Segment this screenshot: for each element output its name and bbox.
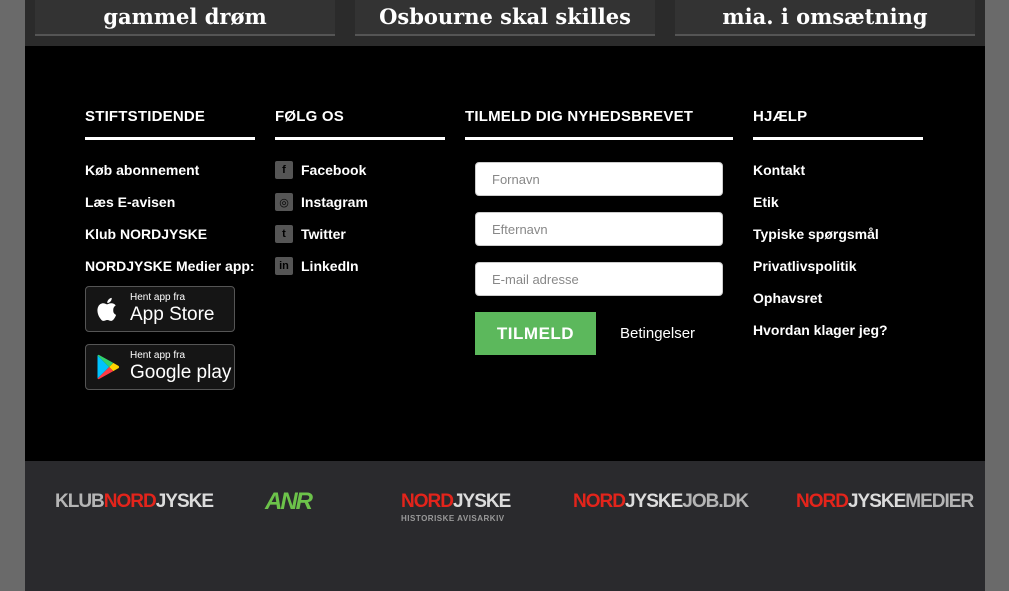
copyright-link[interactable]: Ophavsret xyxy=(753,282,923,314)
twitter-link[interactable]: t Twitter xyxy=(275,218,445,250)
subscribe-button[interactable]: TILMELD xyxy=(475,312,596,355)
teaser-card[interactable]: gammel drøm xyxy=(35,0,335,36)
privacy-link[interactable]: Privatlivspolitik xyxy=(753,250,923,282)
contact-link[interactable]: Kontakt xyxy=(753,154,923,186)
twitter-label: Twitter xyxy=(301,226,346,242)
stiftstidende-column: STIFTSTIDENDE Køb abonnement Læs E-avise… xyxy=(85,108,255,390)
complaints-link[interactable]: Hvordan klager jeg? xyxy=(753,314,923,346)
anr-logo[interactable]: ANR xyxy=(265,488,313,516)
newsletter-form: TILMELD Betingelser xyxy=(465,162,733,355)
klub-link[interactable]: Klub NORDJYSKE xyxy=(85,218,255,250)
app-store-small-label: Hent app fra xyxy=(130,292,186,303)
logo-text-part: NORD xyxy=(401,491,454,512)
facebook-link[interactable]: f Facebook xyxy=(275,154,445,186)
app-store-button[interactable]: Hent app fra App Store xyxy=(85,286,235,332)
google-play-small-label: Hent app fra xyxy=(130,350,186,361)
nordjyske-medier-logo[interactable]: NORDJYSKEMEDIER xyxy=(796,491,974,513)
logo-text-part: NORD xyxy=(573,491,626,512)
facebook-label: Facebook xyxy=(301,162,367,178)
newsletter-heading: TILMELD DIG NYHEDSBREVET xyxy=(465,108,733,140)
e-paper-link[interactable]: Læs E-avisen xyxy=(85,186,255,218)
google-play-big-label: Google play xyxy=(130,362,232,383)
apple-icon xyxy=(97,297,117,321)
twitter-icon: t xyxy=(275,225,293,243)
nordjyske-archive-logo[interactable]: NORDJYSKE HISTORISKE AVISARKIV xyxy=(401,491,511,523)
logo-text-part: JYSKE xyxy=(624,491,683,512)
stiftstidende-heading: STIFTSTIDENDE xyxy=(85,108,255,140)
nordjyske-job-logo[interactable]: NORDJYSKEJOB.DK xyxy=(573,491,749,513)
help-heading: HJÆLP xyxy=(753,108,923,140)
site-footer: STIFTSTIDENDE Køb abonnement Læs E-avise… xyxy=(25,46,985,461)
article-teaser-strip: gammel drøm Osbourne skal skilles mia. i… xyxy=(25,0,985,46)
klub-nordjyske-logo[interactable]: KLUBNORDJYSKE xyxy=(55,491,214,513)
app-label: NORDJYSKE Medier app: xyxy=(85,258,255,274)
email-input[interactable] xyxy=(475,262,723,296)
linkedin-label: LinkedIn xyxy=(301,258,359,274)
newsletter-column: TILMELD DIG NYHEDSBREVET TILMELD Betinge… xyxy=(465,108,733,355)
help-column: HJÆLP Kontakt Etik Typiske spørgsmål Pri… xyxy=(753,108,923,346)
buy-subscription-link[interactable]: Køb abonnement xyxy=(85,154,255,186)
logo-text-part: JYSKE xyxy=(452,491,511,512)
google-play-icon xyxy=(97,354,120,380)
partner-logos-bar: KLUBNORDJYSKE ANR NORDJYSKE HISTORISKE A… xyxy=(25,461,985,591)
ethics-link[interactable]: Etik xyxy=(753,186,923,218)
instagram-link[interactable]: ◎ Instagram xyxy=(275,186,445,218)
logo-text-part: NORD xyxy=(796,491,849,512)
terms-link[interactable]: Betingelser xyxy=(620,325,695,342)
linkedin-icon: in xyxy=(275,257,293,275)
teaser-card[interactable]: Osbourne skal skilles xyxy=(355,0,655,36)
logo-text-part: JYSKE xyxy=(155,491,214,512)
follow-heading: FØLG OS xyxy=(275,108,445,140)
logo-text-part: KLUB xyxy=(55,491,105,512)
firstname-input[interactable] xyxy=(475,162,723,196)
instagram-icon: ◎ xyxy=(275,193,293,211)
faq-link[interactable]: Typiske spørgsmål xyxy=(753,218,923,250)
facebook-icon: f xyxy=(275,161,293,179)
archive-subtitle: HISTORISKE AVISARKIV xyxy=(401,514,505,523)
lastname-input[interactable] xyxy=(475,212,723,246)
teaser-card[interactable]: mia. i omsætning xyxy=(675,0,975,36)
follow-column: FØLG OS f Facebook ◎ Instagram t Twitter… xyxy=(275,108,445,282)
app-store-big-label: App Store xyxy=(130,304,215,325)
logo-text-part: MEDIER xyxy=(905,491,974,512)
logo-text-part: JYSKE xyxy=(847,491,906,512)
linkedin-link[interactable]: in LinkedIn xyxy=(275,250,445,282)
logo-text-part: JOB.DK xyxy=(682,491,749,512)
logo-text-part: NORD xyxy=(103,491,157,512)
instagram-label: Instagram xyxy=(301,194,368,210)
google-play-button[interactable]: Hent app fra Google play xyxy=(85,344,235,390)
